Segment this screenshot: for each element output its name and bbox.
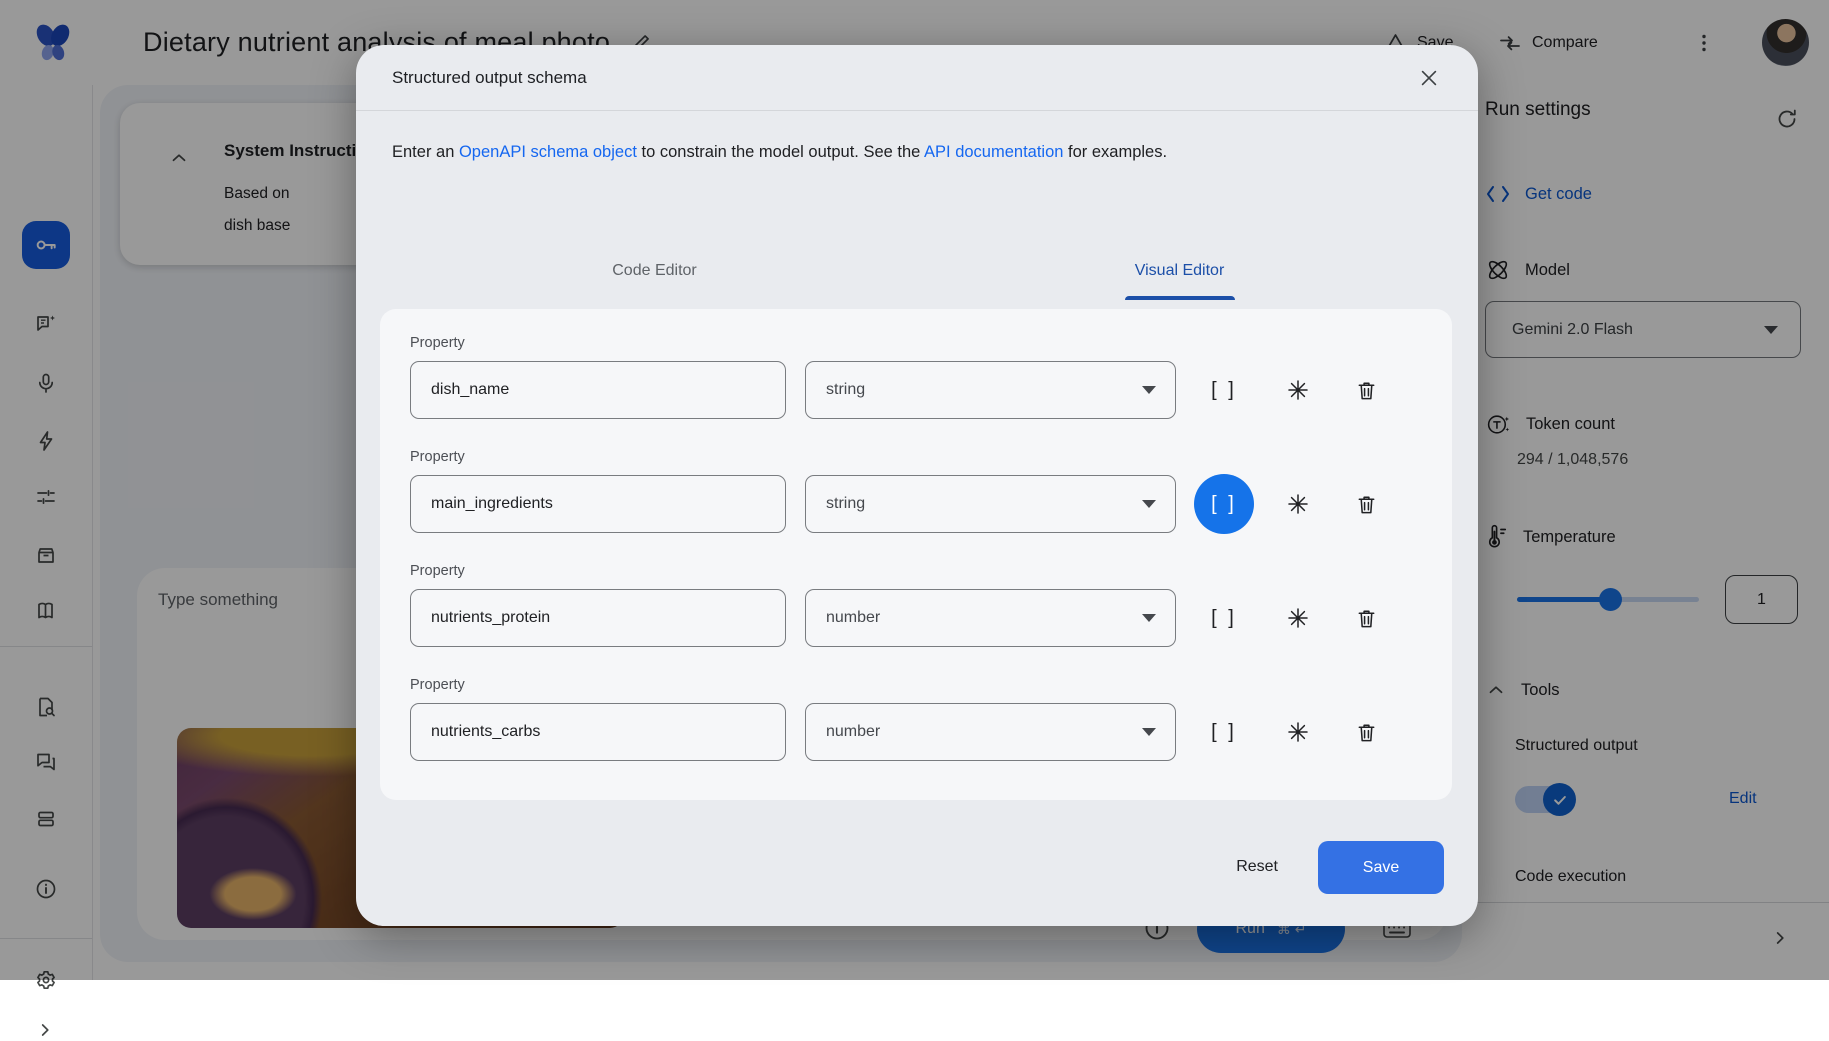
delete-property-button[interactable] [1346, 370, 1386, 410]
dialog-description: Enter an OpenAPI schema object to constr… [392, 143, 1167, 162]
property-type-select[interactable]: number [805, 589, 1176, 647]
property-type-select[interactable]: number [805, 703, 1176, 761]
save-schema-button[interactable]: Save [1318, 841, 1444, 894]
api-documentation-link[interactable]: API documentation [924, 143, 1063, 161]
chevron-down-icon [1142, 728, 1156, 736]
tab-code-editor[interactable]: Code Editor [392, 242, 917, 300]
property-name-input[interactable]: main_ingredients [410, 475, 786, 533]
array-toggle-button[interactable]: [ ] [1198, 706, 1250, 758]
trash-icon [1355, 493, 1378, 516]
array-toggle-button[interactable]: [ ] [1198, 592, 1250, 644]
active-tab-underline [1125, 296, 1235, 300]
property-row: Property nutrients_carbs number [ ] [410, 677, 1422, 761]
array-toggle-button[interactable]: [ ] [1198, 364, 1250, 416]
trash-icon [1355, 379, 1378, 402]
required-asterisk-button[interactable] [1278, 712, 1318, 752]
openapi-schema-link[interactable]: OpenAPI schema object [459, 143, 637, 161]
property-row: Property dish_name string [ ] [410, 335, 1422, 419]
required-asterisk-button[interactable] [1278, 370, 1318, 410]
delete-property-button[interactable] [1346, 598, 1386, 638]
close-icon[interactable] [1418, 67, 1440, 89]
property-name-input[interactable]: nutrients_carbs [410, 703, 786, 761]
required-asterisk-button[interactable] [1278, 598, 1318, 638]
structured-output-schema-dialog: Structured output schema Enter an OpenAP… [356, 45, 1478, 926]
chevron-down-icon [1142, 614, 1156, 622]
property-type-select[interactable]: string [805, 475, 1176, 533]
array-toggle-button-active[interactable]: [ ] [1194, 474, 1254, 534]
trash-icon [1355, 721, 1378, 744]
reset-button[interactable]: Reset [1236, 858, 1278, 876]
property-row: Property main_ingredients string [ ] [410, 449, 1422, 533]
property-name-input[interactable]: dish_name [410, 361, 786, 419]
editor-tabs: Code Editor Visual Editor [392, 242, 1442, 300]
property-type-select[interactable]: string [805, 361, 1176, 419]
property-row: Property nutrients_protein number [ ] [410, 563, 1422, 647]
chevron-down-icon [1142, 386, 1156, 394]
property-name-input[interactable]: nutrients_protein [410, 589, 786, 647]
tab-visual-editor[interactable]: Visual Editor [917, 242, 1442, 300]
chevron-down-icon [1142, 500, 1156, 508]
required-asterisk-button[interactable] [1278, 484, 1318, 524]
delete-property-button[interactable] [1346, 484, 1386, 524]
collapse-rail-chevron-icon[interactable] [34, 1019, 56, 1041]
delete-property-button[interactable] [1346, 712, 1386, 752]
schema-properties-card: Property dish_name string [ ] Prope [380, 309, 1452, 800]
dialog-title: Structured output schema [392, 68, 587, 88]
trash-icon [1355, 607, 1378, 630]
